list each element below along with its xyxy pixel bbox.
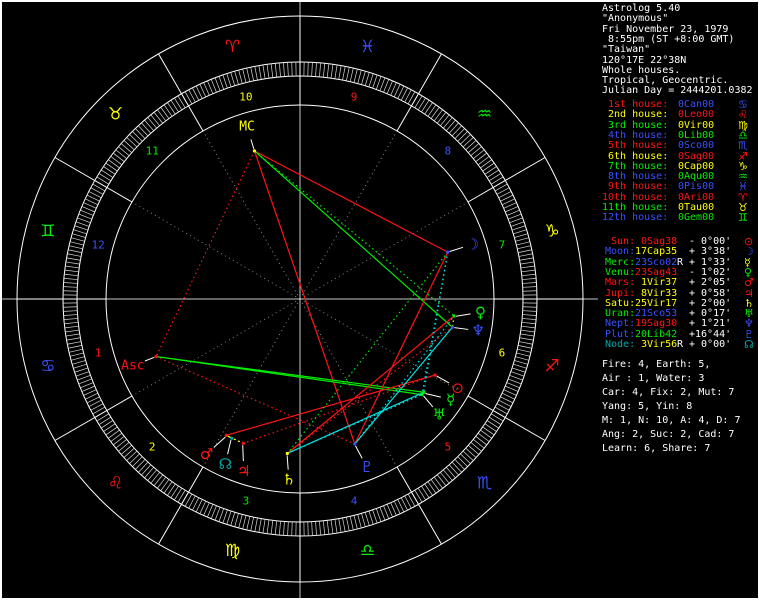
- tally-line: Car: 4, Fix: 2, Mut: 7: [602, 387, 735, 398]
- header-line: "Taiwan": [602, 44, 651, 56]
- tally-line: Learn: 6, Share: 7: [602, 443, 711, 454]
- house-label: 5th house:: [602, 140, 669, 152]
- house-cusp-value: 0Sco00: [678, 140, 715, 152]
- retrograde-flag: R: [677, 339, 684, 350]
- tally-line: Ang: 2, Suc: 2, Cad: 7: [602, 429, 735, 440]
- tally-line: Air : 1, Water: 3: [602, 373, 705, 384]
- tally-line: M: 1, N: 10, A: 4, D: 7: [602, 415, 741, 426]
- planet-velocity: + 1°21': [689, 318, 732, 330]
- house-cusp-value: 0Leo00: [678, 109, 715, 121]
- header-line: 120°17E 22°38N: [602, 54, 687, 66]
- planet-position-value: 19Sag30: [635, 318, 678, 330]
- house-cusp-value: 0Gem00: [678, 212, 715, 224]
- house-label: 6th house:: [602, 150, 669, 162]
- astrolog-screen: ♋ ♌ ♍ ♎ ♏ ♐ ♑ ♒ ♓ ♈ ♉ ♊ 1 2 3 4 5 6 7 8 9 10 11 12 ⊙ ☽ ☿ ♀ ♂ ♃ ♄ ♅ ♆ ♇ ☊ As…: [0, 0, 760, 600]
- planet-icon-node: ☊: [744, 338, 754, 351]
- tally-line: Fire: 4, Earth: 5,: [602, 359, 711, 370]
- house-label: 12th house:: [602, 212, 669, 224]
- house-label: 9th house:: [602, 181, 669, 193]
- house-cusp-value: 0Pis00: [678, 181, 715, 193]
- planet-velocity: + 2°05': [689, 277, 732, 289]
- planet-label: Nept:: [605, 318, 636, 330]
- header-line: "Anonymous": [602, 13, 669, 25]
- planet-position-value: 8Vir33: [635, 287, 678, 299]
- planet-position-value: 17Cap35: [635, 246, 678, 258]
- planet-position-value: 1Vir37: [635, 277, 678, 289]
- house-cusp-value: 0Sag00: [678, 150, 715, 162]
- planet-velocity: + 0°00': [689, 339, 732, 350]
- retrograde-flag: R: [677, 256, 684, 268]
- tally-line: Yang: 5, Yin: 8: [602, 401, 693, 412]
- planet-label: Mars:: [605, 277, 636, 289]
- planet-velocity: + 0°58': [689, 287, 732, 299]
- chart-info-sidebar: Astrolog 5.40 "Anonymous" Fri November 23,…: [0, 0, 760, 600]
- header-line: Julian Day = 2444201.0382: [602, 85, 753, 97]
- planet-velocity: + 3°38': [689, 246, 732, 258]
- planet-label: Node:: [605, 339, 636, 350]
- planet-position-value: 3Vir56: [635, 339, 678, 350]
- house-label: 2nd house:: [602, 109, 669, 121]
- planet-label: Jupi:: [605, 287, 636, 299]
- planet-label: Moon:: [605, 246, 636, 258]
- sign-icon-gemini: ♊: [738, 211, 748, 225]
